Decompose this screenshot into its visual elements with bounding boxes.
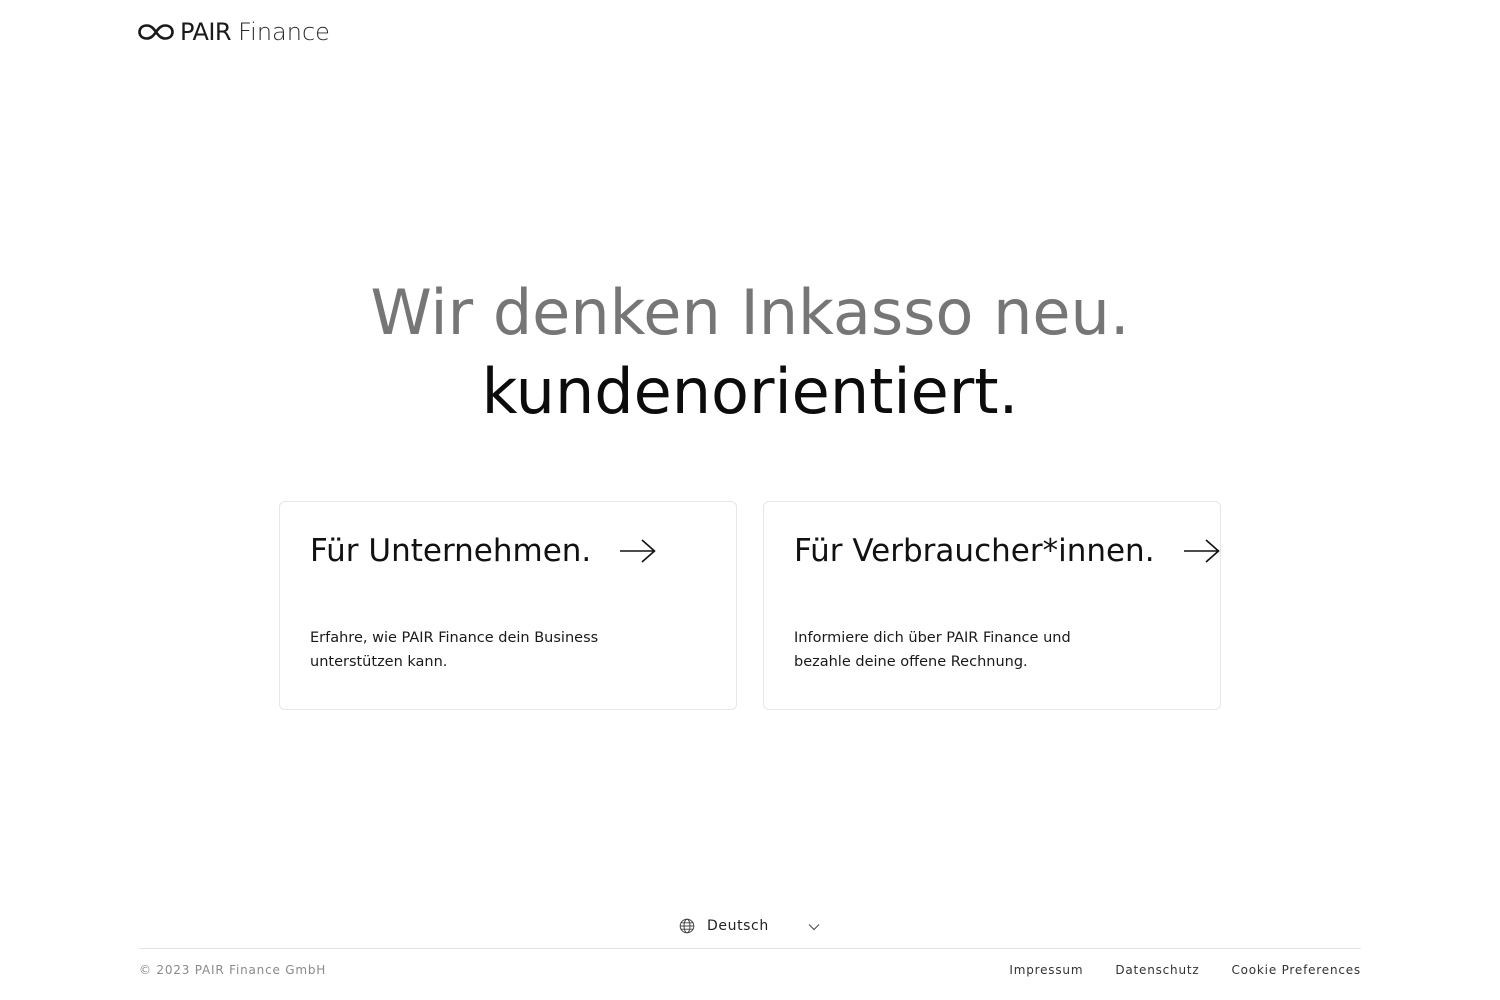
footer-divider [139,948,1361,949]
logo-link[interactable]: PAIR Finance [138,18,330,46]
business-card-title-row: Für Unternehmen. [310,530,657,572]
consumer-card-description: Informiere dich über PAIR Finance und be… [794,630,1071,670]
footer-link-datenschutz[interactable]: Datenschutz [1115,963,1199,977]
footer-links: Impressum Datenschutz Cookie Preferences [977,963,1361,977]
hero-subheadline: kundenorientiert. [481,355,1019,428]
consumer-card-title: Für Verbraucher*innen. [794,533,1155,569]
landing-page: PAIR Finance Wir denken Inkasso neu. kun… [0,0,1500,1000]
language-selector[interactable]: Deutsch [679,914,824,938]
business-card[interactable]: Für Unternehmen. Erfahre, wie PAIR Finan… [279,501,737,710]
chevron-down-icon [808,924,820,931]
hero: Wir denken Inkasso neu. kundenorientiert… [0,274,1500,432]
logo-wordmark-light: Finance [238,18,330,46]
business-card-description: Erfahre, wie PAIR Finance dein Business … [310,630,599,670]
globe-icon [679,918,695,934]
arrow-right-icon [620,539,657,563]
footer-copyright: © 2023 PAIR Finance GmbH [139,963,327,977]
consumer-card[interactable]: Für Verbraucher*innen. Informiere dich ü… [763,501,1221,710]
footer-link-cookie-preferences[interactable]: Cookie Preferences [1231,963,1361,977]
arrow-right-icon [1183,539,1220,563]
footer-link-impressum[interactable]: Impressum [1009,963,1083,977]
language-selected-label: Deutsch [707,918,769,934]
logo-wordmark-strong: PAIR [180,18,232,46]
business-card-title: Für Unternehmen. [310,533,592,569]
infinity-icon [138,24,174,40]
consumer-card-title-row: Für Verbraucher*innen. [794,530,1221,572]
hero-headline: Wir denken Inkasso neu. [370,276,1130,349]
